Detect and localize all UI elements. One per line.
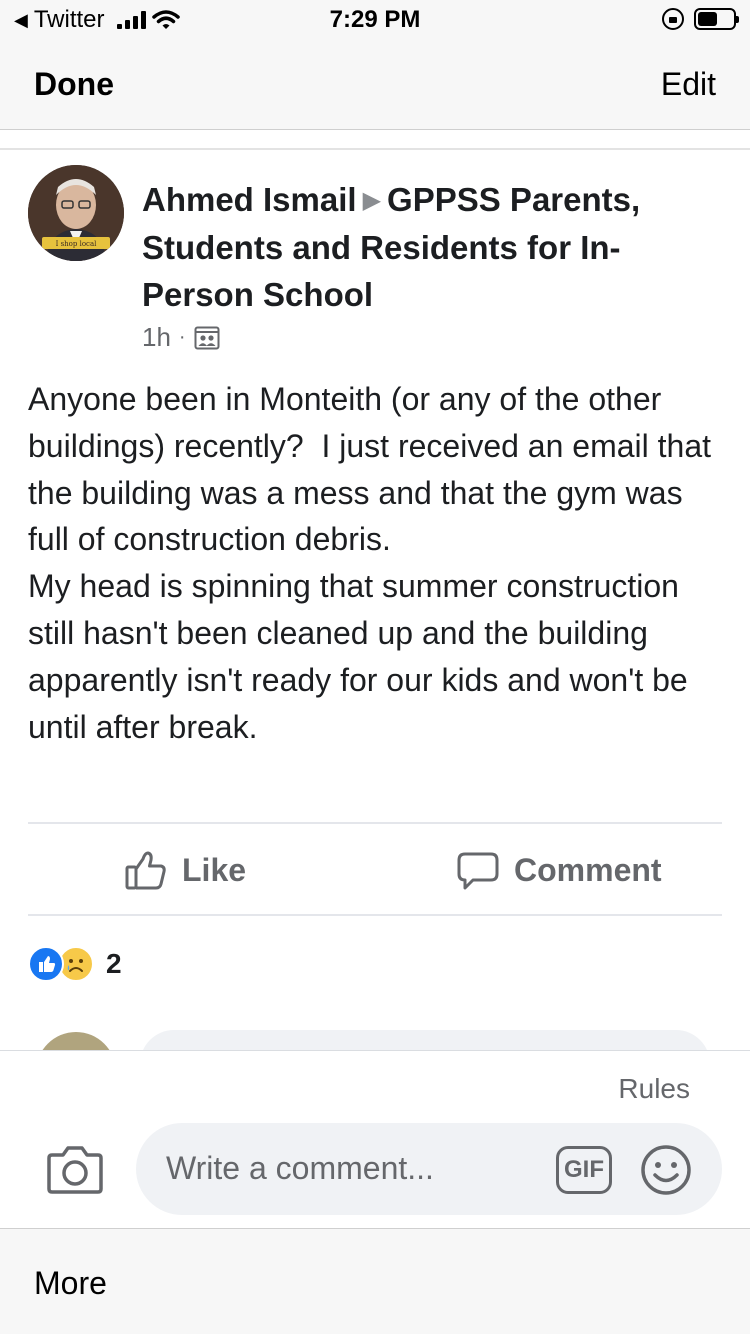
reactions-summary[interactable]: 2 (28, 946, 122, 982)
rules-link[interactable]: Rules (618, 1073, 690, 1105)
author-name[interactable]: Ahmed Ismail (142, 181, 357, 218)
edit-button[interactable]: Edit (661, 66, 716, 103)
like-label: Like (182, 851, 247, 888)
post-time[interactable]: 1h (142, 322, 171, 353)
status-bar: ◀ Twitter 7:29 PM (0, 0, 750, 40)
comment-label: Comment (514, 851, 662, 888)
like-button[interactable]: Like (124, 848, 246, 892)
meta-separator: · (178, 326, 186, 348)
group-icon (194, 326, 220, 349)
post-meta: 1h · (142, 322, 220, 353)
divider (28, 914, 722, 916)
gif-button[interactable]: GIF (556, 1146, 612, 1194)
done-button[interactable]: Done (34, 66, 114, 103)
reaction-count: 2 (106, 948, 122, 979)
post-author-line: Ahmed Ismail ▶ GPPSS Parents, Students and… (142, 176, 722, 318)
clock: 7:29 PM (329, 6, 421, 33)
author-avatar[interactable]: I shop local (28, 165, 124, 261)
post-text: Anyone been in Monteith (or any of the o… (28, 381, 712, 745)
comment-button[interactable]: Comment (456, 848, 662, 892)
emoji-icon[interactable] (640, 1144, 692, 1196)
divider (28, 822, 722, 824)
thumbs-up-icon (125, 851, 166, 890)
comment-composer: Rules Write a comment... GIF (0, 1050, 750, 1228)
nav-bar: Done Edit (0, 40, 750, 130)
camera-icon[interactable] (46, 1143, 104, 1195)
comment-bubble-icon (457, 852, 499, 890)
battery-icon (694, 8, 739, 30)
divider (0, 148, 750, 150)
avatar-badge-text: I shop local (56, 240, 98, 248)
avatar-photo: I shop local (28, 165, 124, 261)
rotation-lock-icon (662, 8, 684, 30)
share-to-arrow-icon: ▶ (362, 187, 382, 214)
like-reaction-icon (28, 946, 64, 982)
bottom-bar: More (0, 1228, 750, 1334)
battery-level (698, 12, 717, 26)
more-button[interactable]: More (34, 1265, 107, 1302)
comment-placeholder: Write a comment... (166, 1150, 434, 1186)
comment-input[interactable]: Write a comment... GIF (136, 1123, 722, 1215)
